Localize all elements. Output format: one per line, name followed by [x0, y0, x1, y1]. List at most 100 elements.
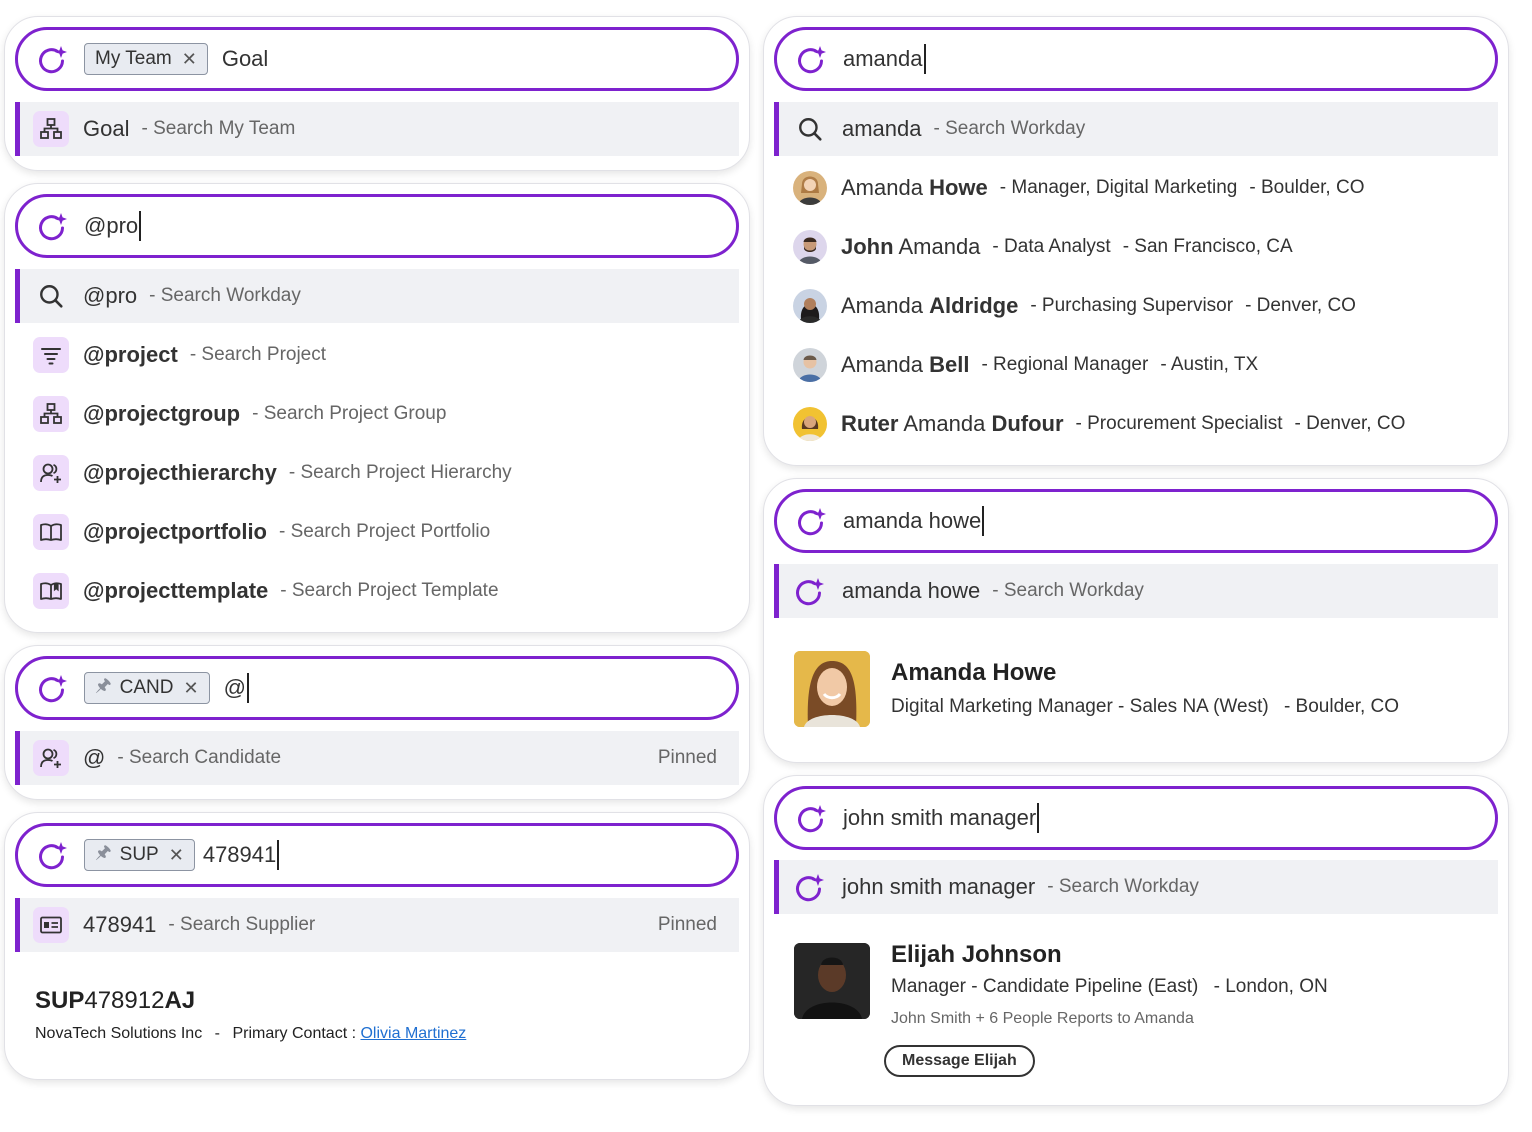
person-row[interactable]: Ruter Amanda Dufour - Procurement Specia… — [774, 397, 1498, 451]
ai-search-icon — [792, 869, 828, 905]
suggestion-row[interactable]: amanda - Search Workday — [774, 102, 1498, 156]
suggestion-row[interactable]: @projecttemplate - Search Project Templa… — [15, 564, 739, 618]
suggestion-label: @project — [83, 342, 178, 367]
suggestion-scope: - Search Project Hierarchy — [288, 462, 512, 483]
search-input[interactable]: amanda — [843, 44, 926, 74]
person-name: Amanda Aldridge — [841, 293, 1019, 318]
suggestion-row[interactable]: amanda howe - Search Workday — [774, 564, 1498, 618]
pin-icon: 🖈 — [95, 675, 112, 695]
profile-photo — [794, 943, 870, 1019]
suggestion-scope: - Search Workday — [1047, 876, 1199, 897]
users-add-icon — [33, 455, 69, 491]
separator: - — [214, 1025, 220, 1042]
ai-search-icon — [36, 838, 70, 872]
person-name: Amanda Howe — [891, 659, 1057, 686]
reporting-relation: John Smith + 6 People Reports to Amanda — [891, 1010, 1194, 1027]
person-row[interactable]: Amanda Howe - Manager, Digital Marketing… — [774, 161, 1498, 215]
person-location: - Boulder, CO — [1283, 696, 1400, 717]
org-chart-icon — [33, 111, 69, 147]
suggestion-label: @ — [83, 745, 106, 770]
search-bar[interactable]: 🖈 SUP ✕ 478941 — [15, 823, 739, 887]
filter-list-icon — [33, 337, 69, 373]
suggestion-row[interactable]: @ - Search Candidate Pinned — [15, 731, 739, 785]
person-role: - Purchasing Supervisor — [1030, 295, 1234, 316]
suggestion-label: @projectportfolio — [83, 519, 267, 544]
suggestion-scope: - Search Project — [189, 344, 327, 365]
suggestion-row[interactable]: @projectgroup - Search Project Group — [15, 387, 739, 441]
person-row[interactable]: Amanda Aldridge - Purchasing Supervisor … — [774, 279, 1498, 333]
search-input[interactable]: @pro — [84, 211, 142, 241]
person-row[interactable]: John Amanda - Data Analyst - San Francis… — [774, 220, 1498, 274]
contact-link[interactable]: Olivia Martinez — [360, 1025, 466, 1042]
search-bar[interactable]: My Team ✕ Goal — [15, 27, 739, 91]
person-location: - Austin, TX — [1160, 354, 1259, 375]
ai-search-icon — [36, 42, 70, 76]
person-role: - Procurement Specialist — [1075, 413, 1283, 434]
id-card-icon — [33, 907, 69, 943]
close-icon[interactable]: ✕ — [169, 845, 184, 866]
person-details: Manager - Candidate Pipeline (East) - Lo… — [891, 976, 1328, 998]
person-name: Ruter Amanda Dufour — [841, 411, 1064, 436]
person-location: - Denver, CO — [1245, 295, 1356, 316]
pinned-label: Pinned — [657, 914, 717, 935]
search-bar[interactable]: 🖈 CAND ✕ @ — [15, 656, 739, 720]
suggestion-scope: - Search Project Portfolio — [279, 521, 491, 542]
ai-search-icon — [795, 801, 829, 835]
ai-search-icon — [36, 209, 70, 243]
scope-chip-label: CAND — [119, 677, 174, 698]
avatar — [793, 348, 827, 382]
suggestion-label: Goal — [83, 116, 130, 141]
suggestion-label: @pro — [83, 283, 138, 308]
suggestion-label: amanda — [842, 116, 922, 141]
search-bar[interactable]: amanda howe — [774, 489, 1498, 553]
close-icon[interactable]: ✕ — [184, 678, 199, 699]
message-button[interactable]: Message Elijah — [884, 1045, 1035, 1077]
search-input[interactable]: 478941 — [203, 840, 280, 870]
pinned-scope-chip[interactable]: 🖈 CAND ✕ — [84, 672, 210, 704]
search-input[interactable]: Goal — [222, 46, 268, 72]
avatar — [793, 230, 827, 264]
suggestion-row[interactable]: @project - Search Project — [15, 328, 739, 382]
avatar — [793, 289, 827, 323]
search-bar[interactable]: john smith manager — [774, 786, 1498, 850]
suggestion-row[interactable]: @projectportfolio - Search Project Portf… — [15, 505, 739, 559]
pinned-scope-chip[interactable]: 🖈 SUP ✕ — [84, 839, 195, 871]
suggestion-label: 478941 — [83, 912, 157, 937]
search-icon — [792, 111, 828, 147]
suggestion-row[interactable]: @projecthierarchy - Search Project Hiera… — [15, 446, 739, 500]
org-chart-icon — [33, 396, 69, 432]
close-icon[interactable]: ✕ — [182, 49, 197, 70]
supplier-id: SUP478912AJ — [35, 987, 196, 1014]
person-card[interactable]: Elijah Johnson Manager - Candidate Pipel… — [764, 931, 1508, 1101]
search-bar[interactable]: amanda — [774, 27, 1498, 91]
person-card[interactable]: Amanda Howe Digital Marketing Manager - … — [764, 639, 1508, 749]
search-bar[interactable]: @pro — [15, 194, 739, 258]
book-icon — [33, 514, 69, 550]
scope-chip[interactable]: My Team ✕ — [84, 43, 208, 75]
search-input[interactable]: amanda howe — [843, 506, 985, 536]
person-name: Amanda Howe — [841, 175, 988, 200]
avatar — [793, 407, 827, 441]
search-panel-john-smith: john smith manager john smith manager - … — [763, 775, 1509, 1106]
suggestion-row[interactable]: john smith manager - Search Workday — [774, 860, 1498, 914]
suggestion-scope: - Search Workday — [933, 118, 1086, 139]
search-icon — [33, 278, 69, 314]
avatar — [793, 171, 827, 205]
scope-chip-label: My Team — [95, 48, 172, 69]
suggestion-scope: - Search My Team — [141, 118, 296, 139]
search-panel-amanda-howe: amanda howe amanda howe - Search Workday… — [763, 478, 1509, 763]
search-panel-my-team: My Team ✕ Goal Goal - Search My Team — [4, 16, 750, 171]
person-location: - Denver, CO — [1294, 413, 1406, 434]
suggestion-row[interactable]: 478941 - Search Supplier Pinned — [15, 898, 739, 952]
search-panel-supplier: 🖈 SUP ✕ 478941 478941 - Search Supplier … — [4, 812, 750, 1080]
suggestion-row[interactable]: Goal - Search My Team — [15, 102, 739, 156]
suggestion-row[interactable]: @pro - Search Workday — [15, 269, 739, 323]
search-input[interactable]: @ — [224, 673, 249, 703]
supplier-card[interactable]: SUP478912AJ NovaTech Solutions Inc - Pri… — [35, 987, 466, 1043]
suggestion-scope: - Search Project Group — [252, 403, 447, 424]
suggestion-scope: - Search Workday — [992, 580, 1144, 601]
person-row[interactable]: Amanda Bell - Regional Manager - Austin,… — [774, 338, 1498, 392]
person-location: - Boulder, CO — [1249, 177, 1365, 198]
search-input[interactable]: john smith manager — [843, 803, 1040, 833]
search-panel-amanda: amanda amanda - Search Workday Amanda Ho… — [763, 16, 1509, 466]
